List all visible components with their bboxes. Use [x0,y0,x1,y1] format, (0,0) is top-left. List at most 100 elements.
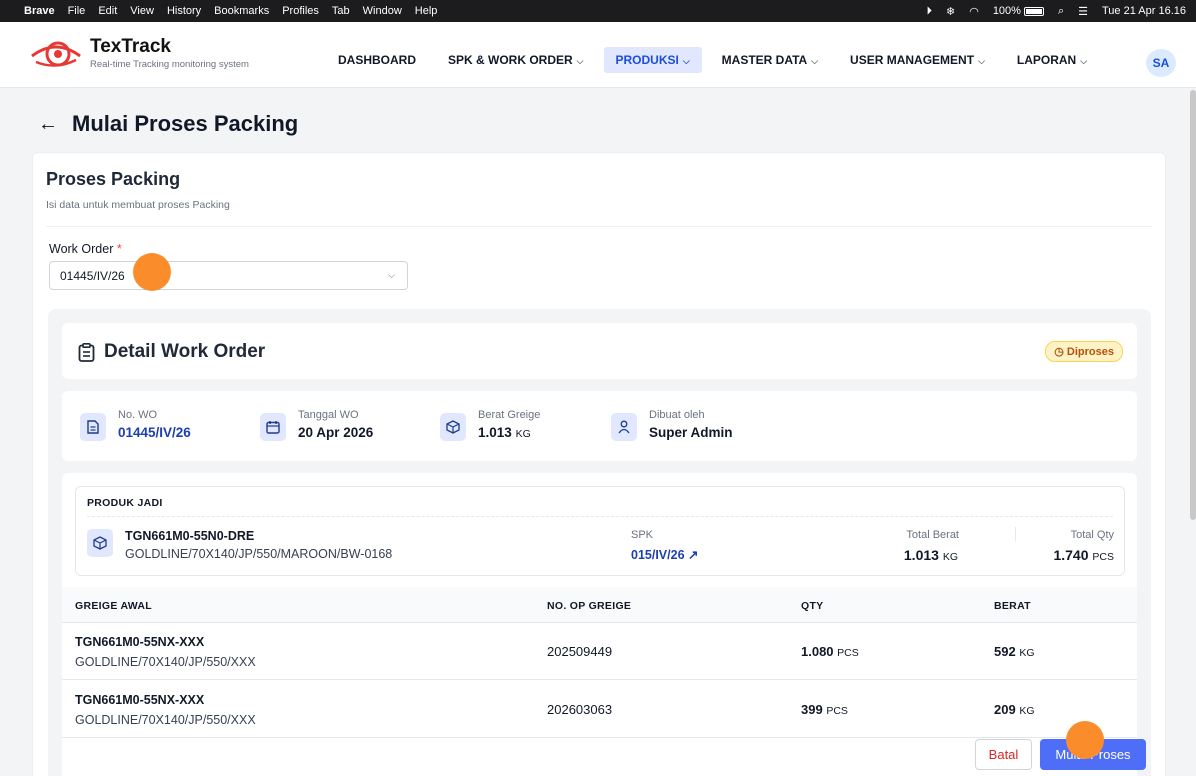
divider [1015,527,1016,541]
main-nav: DASHBOARD SPK & WORK ORDER ⌵ PRODUKSI ⌵ MA… [326,47,1107,73]
produk-code: TGN661M0-55N0-DRE [125,529,255,543]
no-wo-value[interactable]: 01445/IV/26 [118,425,191,440]
no-wo-label: No. WO [118,409,158,421]
table-row: TGN661M0-55NX-XXX GOLDLINE/70X140/JP/550… [62,623,1137,680]
qty-cell: 399 PCS [801,702,848,717]
menu-file[interactable]: File [68,5,86,17]
wifi-icon[interactable]: ◠ [969,5,979,18]
qty-unit: PCS [826,705,848,717]
op-greige: 202509449 [547,644,613,659]
nav-dashboard[interactable]: DASHBOARD [326,47,428,73]
chevron-down-icon: ⌵ [978,56,985,66]
produk-panel: PRODUK JADI TGN661M0-55N0-DRE GOLDLINE/7… [62,473,1137,776]
cancel-button[interactable]: Batal [975,739,1032,770]
spk-link[interactable]: 015/IV/26 ↗ [631,547,698,562]
berat-number: 1.013 [478,425,512,440]
info-no-wo: No. WO 01445/IV/26 [80,409,191,441]
battery-status[interactable]: 100% [993,5,1044,17]
nav-master-label: MASTER DATA [721,53,808,67]
packing-form-card: Proses Packing Isi data untuk membuat pr… [32,152,1166,776]
menu-profiles[interactable]: Profiles [282,5,319,17]
info-tanggal-wo: Tanggal WO 20 Apr 2026 [260,409,373,441]
greige-code: TGN661M0-55NX-XXX [75,693,205,707]
play-icon[interactable]: ⏵ [926,5,932,18]
total-berat-number: 1.013 [903,547,939,563]
dibuat-value: Super Admin [649,425,733,440]
menu-window[interactable]: Window [363,5,402,17]
dibuat-label: Dibuat oleh [649,409,705,421]
detail-header: Detail Work Order ◷ Diproses [62,323,1137,379]
produk-desc: GOLDLINE/70X140/JP/550/MAROON/BW-0168 [125,547,393,561]
clipboard-list-icon [78,342,95,362]
nav-user-management[interactable]: USER MANAGEMENT ⌵ [838,47,997,73]
chevron-down-icon: ⌵ [576,56,584,66]
nav-spk-label: SPK & WORK ORDER [448,53,573,67]
th-qty: QTY [801,600,824,612]
tanggal-label: Tanggal WO [298,409,359,421]
total-qty-number: 1.740 [1053,547,1089,563]
produk-jadi-header: PRODUK JADI [87,497,163,509]
status-badge: ◷ Diproses [1045,341,1123,362]
total-qty-unit: PCS [1092,551,1114,563]
menu-help[interactable]: Help [415,5,438,17]
menu-bookmarks[interactable]: Bookmarks [214,5,269,17]
nav-produksi[interactable]: PRODUKSI ⌵ [603,47,702,73]
user-icon [611,413,637,441]
greige-code: TGN661M0-55NX-XXX [75,635,205,649]
app-header: TexTrack Real-time Tracking monitoring s… [0,22,1196,88]
th-greige-awal: GREIGE AWAL [75,600,152,612]
click-marker [133,253,171,291]
berat-value: 1.013 KG [478,425,540,440]
back-arrow-icon[interactable]: ← [38,113,58,136]
menu-tab[interactable]: Tab [332,5,350,17]
control-center-icon[interactable]: ☰ [1078,5,1088,18]
brand-logo[interactable]: TexTrack Real-time Tracking monitoring s… [30,34,249,72]
table-row: TGN661M0-55NX-XXX GOLDLINE/70X140/JP/550… [62,681,1137,738]
spk-label: SPK [631,529,654,541]
clock[interactable]: Tue 21 Apr 16.16 [1102,5,1186,17]
search-icon[interactable]: ⌕ [1058,5,1064,18]
menu-edit[interactable]: Edit [98,5,117,17]
nav-laporan[interactable]: LAPORAN ⌵ [1005,47,1099,73]
nav-laporan-label: LAPORAN [1016,53,1077,67]
nav-master-data[interactable]: MASTER DATA ⌵ [710,47,830,73]
scrollbar[interactable] [1190,90,1196,520]
click-marker [1066,721,1104,759]
work-order-select[interactable]: 01445/IV/26 ⌵ [49,261,408,290]
menu-app-name[interactable]: Brave [24,5,55,17]
snowflake-icon[interactable]: ❄ [946,5,955,18]
battery-percent: 100% [992,5,1021,17]
menu-view[interactable]: View [130,5,154,17]
qty-cell: 1.080 PCS [801,644,859,659]
no-wo-block: No. WO 01445/IV/26 [118,409,191,440]
th-no-op-greige: NO. OP GREIGE [547,600,632,612]
user-avatar[interactable]: SA [1146,49,1176,77]
total-berat-unit: KG [942,551,958,563]
external-link-icon: ↗ [688,548,699,562]
op-greige: 202603063 [547,702,613,717]
nav-produksi-label: PRODUKSI [615,53,679,67]
chevron-down-icon: ⌵ [811,56,819,66]
textrack-logo-icon [31,41,81,67]
berat-block: Berat Greige 1.013 KG [478,409,540,440]
tanggal-block: Tanggal WO 20 Apr 2026 [298,409,373,440]
menu-history[interactable]: History [167,5,201,17]
qty-unit: PCS [837,647,859,659]
form-subtitle: Isi data untuk membuat proses Packing [46,199,230,211]
berat-unit: KG [515,428,531,440]
battery-icon [1023,6,1044,16]
work-order-label: Work Order * [49,242,122,256]
calendar-icon [260,413,286,441]
work-order-label-text: Work Order [49,242,114,256]
qty-number: 1.080 [801,644,834,659]
form-title: Proses Packing [46,169,181,189]
dibuat-block: Dibuat oleh Super Admin [649,409,733,440]
nav-spk-work-order[interactable]: SPK & WORK ORDER ⌵ [436,47,596,73]
nav-dashboard-label: DASHBOARD [338,53,416,67]
brand-name: TexTrack [90,35,171,57]
status-badge-label: Diproses [1066,346,1114,358]
total-berat-value: 1.013 KG [904,547,958,563]
greige-desc: GOLDLINE/70X140/JP/550/XXX [75,655,256,669]
spk-value: 015/IV/26 [631,548,685,562]
work-order-info: No. WO 01445/IV/26 Tanggal WO 20 Apr 202… [62,391,1137,461]
